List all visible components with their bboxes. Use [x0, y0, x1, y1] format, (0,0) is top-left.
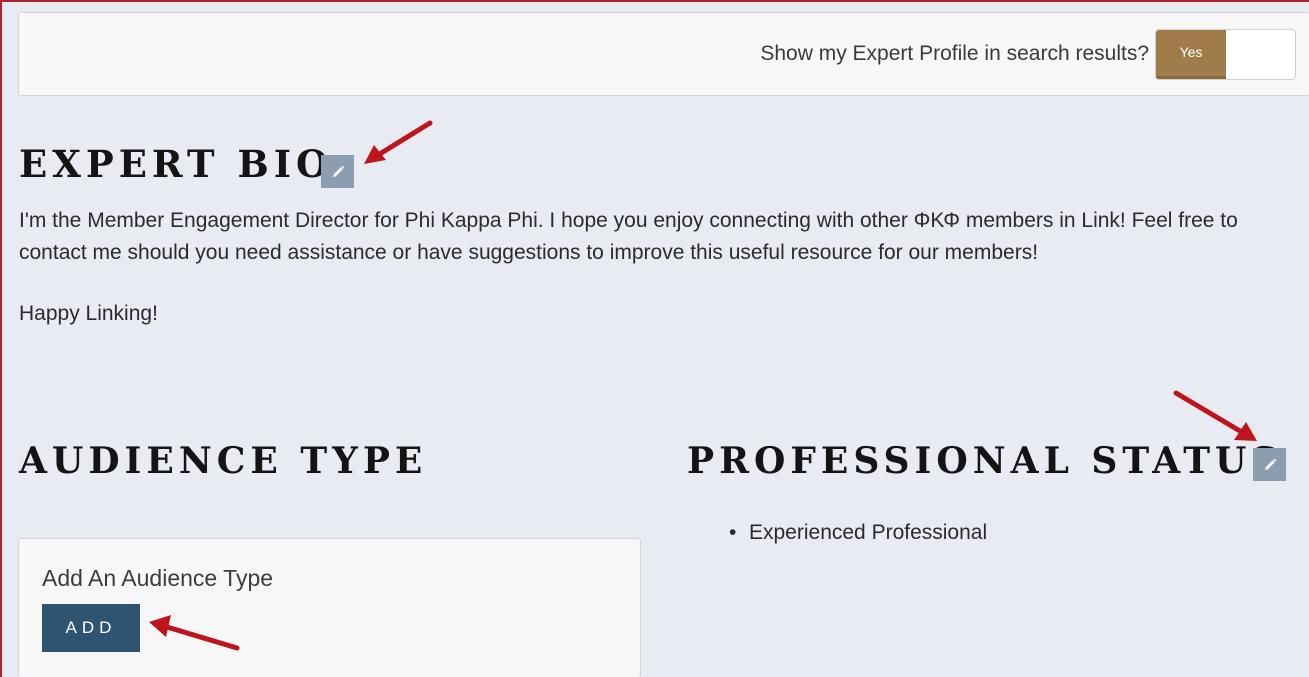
expert-bio-heading: EXPERT BIO	[19, 142, 334, 186]
edit-professional-status-button[interactable]	[1253, 448, 1286, 481]
search-visibility-toggle[interactable]: Yes	[1155, 29, 1296, 80]
toggle-yes-option[interactable]: Yes	[1156, 30, 1226, 79]
add-audience-type-label: Add An Audience Type	[42, 565, 274, 591]
add-audience-type-button[interactable]: ADD	[42, 604, 140, 652]
professional-status-item: Experienced Professional	[729, 521, 987, 545]
audience-type-heading: AUDIENCE TYPE	[19, 440, 428, 482]
audience-type-card: Add An Audience Type ADD	[18, 538, 641, 677]
pencil-icon	[1264, 458, 1276, 470]
expert-bio-text: I'm the Member Engagement Director for P…	[19, 205, 1309, 359]
annotation-arrow-add	[149, 615, 240, 651]
bio-paragraph: I'm the Member Engagement Director for P…	[19, 209, 1238, 264]
pencil-icon	[332, 165, 344, 177]
annotation-arrow-bio	[364, 120, 433, 164]
search-visibility-bar: Show my Expert Profile in search results…	[18, 12, 1309, 96]
annotation-arrow-status	[1173, 390, 1257, 441]
bio-paragraph: Happy Linking!	[19, 302, 158, 325]
professional-status-list: Experienced Professional	[729, 521, 987, 545]
edit-bio-button[interactable]	[321, 155, 354, 188]
search-visibility-question: Show my Expert Profile in search results…	[760, 42, 1149, 65]
